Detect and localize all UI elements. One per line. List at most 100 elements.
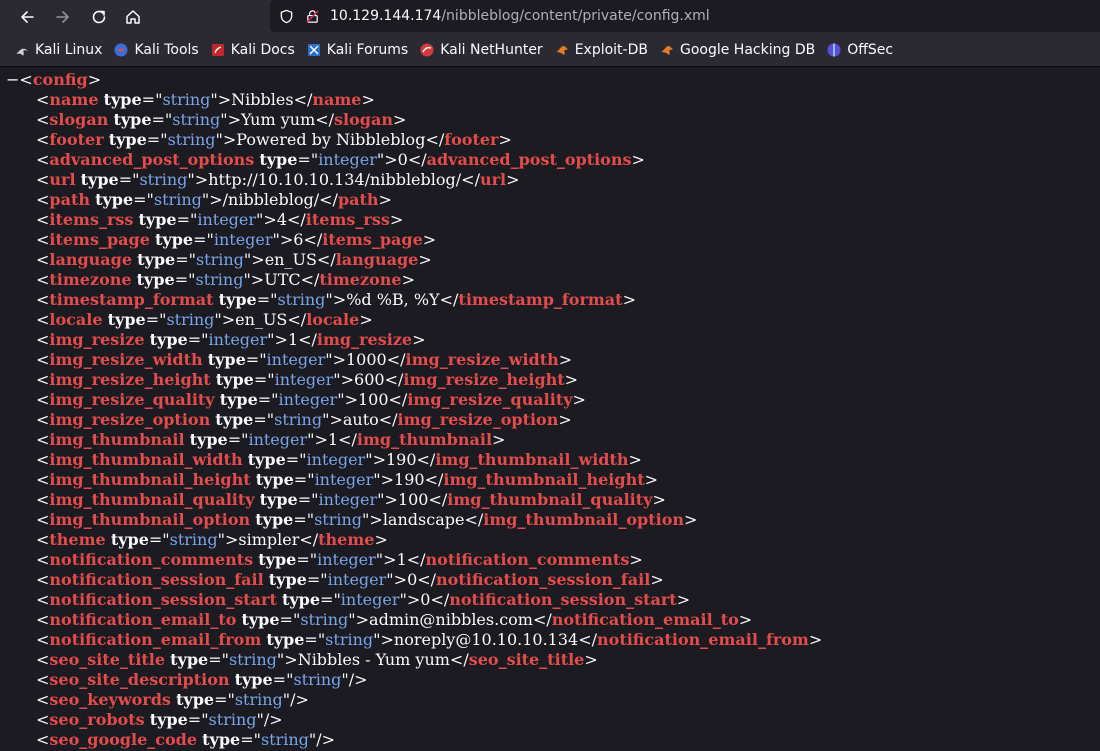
shield-icon[interactable] <box>278 8 294 24</box>
bookmark-kali-linux[interactable]: Kali Linux <box>14 42 102 58</box>
xml-tag-name: footer <box>444 130 499 149</box>
xml-angle: </ <box>388 390 408 409</box>
xml-angle: > <box>412 330 426 349</box>
xml-attr-name: type <box>219 390 258 409</box>
xml-self-close: "/> <box>256 710 283 729</box>
xml-root-tag: config <box>32 70 88 89</box>
xml-attr-value: string <box>300 610 349 629</box>
xml-text-value: /nibbleblog/ <box>222 190 320 209</box>
xml-attr-value: string <box>195 270 244 289</box>
xml-angle: < <box>36 90 50 109</box>
xml-element-timestamp-format: <timestamp_format type="string">%d %B, %… <box>0 290 1100 310</box>
xml-angle: < <box>36 270 50 289</box>
xml-attr-value: string <box>169 530 218 549</box>
xml-equals: =" <box>214 690 235 709</box>
xml-text-value: 0 <box>397 150 408 169</box>
insecure-lock-icon[interactable] <box>304 8 320 24</box>
xml-attr-name: type <box>241 610 280 629</box>
xml-tag-name: slogan <box>334 110 393 129</box>
xml-angle: > <box>652 490 666 509</box>
xml-equals: =" <box>253 370 275 389</box>
bookmark-google-hacking-db[interactable]: Google Hacking DB <box>659 42 815 58</box>
url-bar[interactable]: 10.129.144.174/nibbleblog/content/privat… <box>270 0 1100 32</box>
xml-element-advanced-post-options: <advanced_post_options type="integer">0<… <box>0 150 1100 170</box>
bookmark-kali-tools[interactable]: Kali Tools <box>113 42 199 58</box>
xml-equals: =" <box>240 730 261 749</box>
bookmark-kali-nethunter[interactable]: Kali NetHunter <box>419 41 543 58</box>
xml-angle: "> <box>214 310 236 329</box>
xml-angle: < <box>36 290 50 309</box>
kali-docs-icon <box>210 42 226 58</box>
xml-tag-name: items_rss <box>305 210 390 229</box>
bookmark-kali-forums[interactable]: Kali Forums <box>306 42 408 58</box>
xml-attr-value: string <box>166 310 215 329</box>
xml-angle: > <box>684 510 698 529</box>
xml-tag-name: seo_keywords <box>49 690 171 709</box>
xml-angle: "> <box>325 290 347 309</box>
xml-tag-name: name <box>312 90 362 109</box>
xml-tag-name: img_thumbnail_quality <box>49 490 255 509</box>
xml-angle: </ <box>578 630 598 649</box>
xml-attr-value: string <box>195 250 244 269</box>
xml-angle: < <box>36 350 50 369</box>
xml-attr-value: string <box>260 730 309 749</box>
xml-angle: "> <box>376 150 398 169</box>
forward-button[interactable] <box>50 4 76 30</box>
xml-equals: =" <box>175 250 196 269</box>
xml-attr-value: integer <box>317 550 376 569</box>
xml-angle: </ <box>319 190 338 209</box>
bookmark-exploit-db[interactable]: Exploit-DB <box>554 42 648 58</box>
xml-angle: </ <box>461 170 480 189</box>
xml-angle: "> <box>399 590 421 609</box>
home-button[interactable] <box>120 4 146 30</box>
xml-attr-value: integer <box>314 470 374 489</box>
home-icon <box>126 10 140 24</box>
reload-button[interactable] <box>86 4 112 30</box>
xml-angle: < <box>36 410 50 429</box>
xml-attr-value: string <box>139 170 188 189</box>
xml-text-value: en_US <box>264 250 317 269</box>
url-text[interactable]: 10.129.144.174/nibbleblog/content/privat… <box>330 8 710 24</box>
xml-angle: < <box>36 370 50 389</box>
xml-angle: </ <box>293 90 313 109</box>
xml-angle: > <box>498 130 512 149</box>
xml-element-theme: <theme type="string">simpler</theme> <box>0 530 1100 550</box>
bookmark-offsec[interactable]: OffSec <box>826 42 893 58</box>
xml-element-language: <language type="string">en_US</language> <box>0 250 1100 270</box>
xml-text-value: 190 <box>385 450 417 469</box>
xml-tag-name: notification_comments <box>49 550 254 569</box>
back-button[interactable] <box>14 4 40 30</box>
xml-equals: =" <box>272 670 294 689</box>
xml-equals: =" <box>174 270 196 289</box>
xml-angle: > <box>389 210 404 229</box>
bookmark-label: Kali NetHunter <box>440 41 543 58</box>
xml-angle: "> <box>187 170 209 189</box>
kali-nethunter-icon <box>419 42 435 58</box>
xml-angle: > <box>418 250 432 269</box>
xml-text-value: http://10.10.10.134/nibbleblog/ <box>208 170 462 189</box>
xml-attr-name: type <box>136 270 175 289</box>
xml-tag-name: img_thumbnail_width <box>49 450 243 469</box>
xml-equals: =" <box>118 170 140 189</box>
xml-attr-value: integer <box>318 490 378 509</box>
xml-text-value: 1 <box>287 330 299 349</box>
xml-element-notification-session-start: <notification_session_start type="intege… <box>0 590 1100 610</box>
xml-angle: "> <box>215 130 237 149</box>
xml-angle: "> <box>362 510 383 529</box>
xml-angle: </ <box>315 110 335 129</box>
xml-angle: "> <box>337 390 358 409</box>
reload-icon <box>92 10 106 24</box>
xml-element-locale: <locale type="string">en_US</locale> <box>0 310 1100 330</box>
xml-text-value: 600 <box>354 370 385 389</box>
xml-tag-name: img_resize_option <box>397 410 559 429</box>
xml-text-value: en_US <box>235 310 288 329</box>
xml-tag-name: img_resize <box>49 330 145 349</box>
xml-tag-name: slogan <box>49 110 109 129</box>
xml-attr-name: type <box>137 250 176 269</box>
collapse-toggle[interactable]: − <box>6 70 19 89</box>
xml-element-seo-keywords: <seo_keywords type="string"/> <box>0 690 1100 710</box>
xml-text-value: Powered by Nibbleblog <box>236 130 426 149</box>
xml-attr-value: string <box>293 670 342 689</box>
bookmark-kali-docs[interactable]: Kali Docs <box>210 42 295 58</box>
xml-attr-name: type <box>113 110 152 129</box>
